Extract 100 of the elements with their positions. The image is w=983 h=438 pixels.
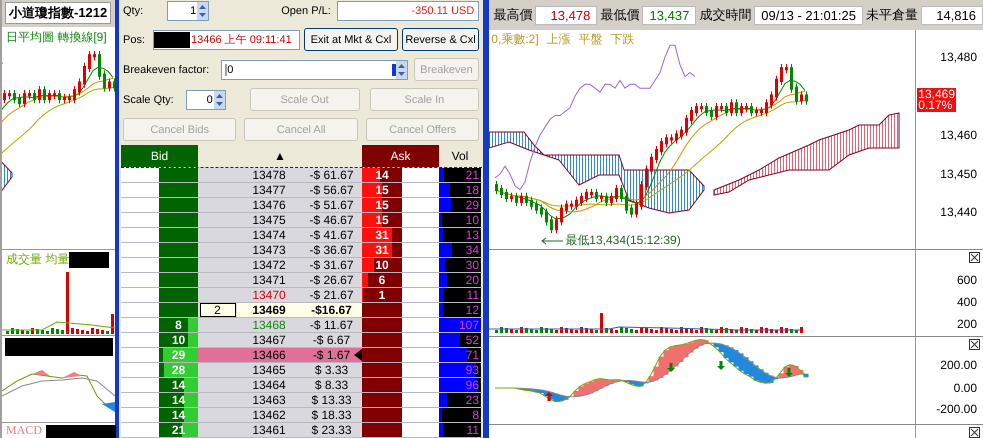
ask-cell[interactable]: 10 [362,258,402,272]
legend-text: 平盤 [578,31,603,48]
price-cell: 13462 [237,408,301,422]
quote-label: 最高價 [493,6,532,24]
quote-label: 成交時間 [699,6,752,24]
ask-cell[interactable]: 31 [362,228,402,242]
position-field: 13466 上午 09:11:41 [153,30,300,50]
axis-label: 13,480 [940,50,977,64]
pnl-cell: -$ 36.67 [301,243,362,257]
axis-label: 400 [956,295,977,309]
pnl-cell: -$ 51.67 [301,198,362,212]
pnl-cell: -$16.67 [301,303,362,317]
bid-cell[interactable]: 8 [159,318,198,332]
price-cell: 13473 [237,243,301,257]
open-pl-label: Open P/L: [281,4,331,16]
price-cell: 13471 [237,273,301,287]
price-cell: 13472 [237,258,301,272]
qty-label: Qty: [123,4,144,16]
bid-cell[interactable]: 14 [159,393,198,407]
open-pl-field: -350.11 USD [336,0,480,20]
breakeven-field[interactable]: 0 [221,60,408,80]
scale-qty-field[interactable]: 0 [186,90,226,110]
axis-label: 13,440 [940,205,977,219]
axis-label: -200.00 [936,402,977,416]
last-price-badge: 13,469 0.17% [917,88,956,112]
price-cell: 13464 [237,378,301,392]
price-cell: 13463 [237,393,301,407]
axis-label: 200.00 [940,358,977,372]
legend-text: 下跌 [610,31,635,48]
pnl-cell: -$ 46.67 [301,213,362,227]
axis-label: 0.00 [954,381,977,395]
price-cell: 13465 [237,363,301,377]
quote-value: 13,437 [642,6,696,24]
price-cell: 13470 [237,288,301,302]
bid-cell[interactable]: 14 [159,408,198,422]
quote-value: 09/13 - 21:01:25 [754,6,863,24]
symbol-title: 小道瓊指數-1212 [5,2,112,24]
price-cell: 13468 [237,318,301,332]
ask-cell[interactable]: 15 [362,198,402,212]
bid-header: Bid [121,145,198,167]
indicator-label: 日平均圖 轉換線[9] [6,28,107,46]
volume-cell: 8 [439,408,481,422]
price-cell: 13475 [237,213,301,227]
low-price-annotation: 最低13,434(15:12:39) [565,232,681,249]
ask-cell[interactable]: 6 [362,273,402,287]
bid-cell[interactable]: 14 [159,378,198,392]
pnl-cell: -$ 21.67 [301,288,362,302]
volume-cell: 11 [439,423,481,437]
exit-button[interactable]: Exit at Mkt & Cxl [304,28,398,51]
axis-label: 600 [956,273,977,287]
volume-cell: 21 [439,168,481,182]
price-cell: 13477 [237,183,301,197]
price-cell: 13478 [237,168,301,182]
reverse-button[interactable]: Reverse & Cxl [402,28,480,51]
ask-cell[interactable]: 15 [362,183,402,197]
pnl-cell: -$ 26.67 [301,273,362,287]
volume-cell: 29 [439,198,481,212]
axis-label: 13,450 [940,167,977,181]
ask-header: Ask [362,145,439,167]
pnl-cell: $ 13.33 [301,393,362,407]
pnl-cell: $ 8.33 [301,378,362,392]
quote-label: 最低價 [600,6,640,24]
volume-cell: 18 [439,183,481,197]
pnl-cell: -$ 6.67 [301,333,362,347]
bid-cell[interactable]: 21 [159,423,198,437]
legend-text: 上漲 [546,31,571,48]
ask-cell[interactable]: 14 [362,168,402,182]
volume-cell: 52 [439,333,481,347]
price-cell: 13469 [237,303,301,317]
macd-label: MACD [5,423,44,438]
bid-cell[interactable]: 10 [159,333,198,347]
pnl-cell: -$ 31.67 [301,258,362,272]
axis-label: 200 [956,317,977,331]
price-cell: 13476 [237,198,301,212]
pnl-cell: -$ 61.67 [301,168,362,182]
ask-cell[interactable]: 1 [362,288,402,302]
volume-cell: 12 [439,303,481,317]
qty-field[interactable]: 1 [167,0,210,20]
price-cell: 13461 [237,423,301,437]
pos-label: Pos: [123,34,146,46]
pnl-cell: -$ 1.67 [301,348,362,362]
axis-label: 13,460 [940,128,977,142]
volume-cell: 10 [439,213,481,227]
volume-cell: 13 [439,228,481,242]
ask-cell[interactable]: 31 [362,243,402,257]
quote-value: 14,816 [921,6,983,24]
volume-cell: 11 [439,288,481,302]
volume-cell: 20 [439,273,481,287]
pnl-cell: -$ 56.67 [301,183,362,197]
pnl-cell: $ 18.33 [301,408,362,422]
ask-cell[interactable]: 15 [362,213,402,227]
volume-cell: 34 [439,243,481,257]
volume-cell: 30 [439,258,481,272]
pnl-cell: $ 23.33 [301,423,362,437]
legend-text: 0,乘數:2] [491,31,539,48]
pnl-cell: -$ 11.67 [301,318,362,332]
volume-cell: 107 [439,318,481,332]
pnl-cell: -$ 41.67 [301,228,362,242]
quote-value: 13,478 [535,6,598,24]
quote-label: 未平倉量 [866,6,918,24]
